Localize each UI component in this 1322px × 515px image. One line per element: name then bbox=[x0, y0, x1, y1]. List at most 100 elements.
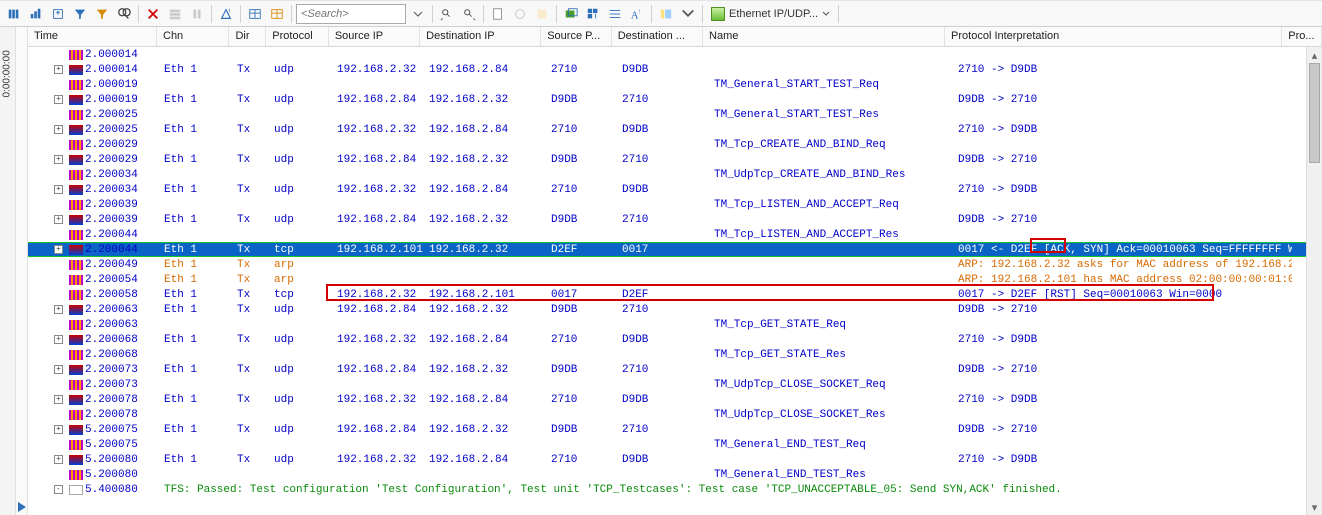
table-row[interactable]: 2.200063TM_Tcp_GET_STATE_Req bbox=[28, 317, 1306, 332]
tree-expander[interactable]: + bbox=[54, 215, 63, 224]
table-row[interactable]: 2.200029TM_Tcp_CREATE_AND_BIND_Req bbox=[28, 137, 1306, 152]
table-row[interactable]: 2.200025TM_General_START_TEST_Res bbox=[28, 107, 1306, 122]
packet-icon bbox=[69, 410, 83, 420]
tree-expander[interactable]: + bbox=[54, 425, 63, 434]
heat-icon[interactable] bbox=[532, 4, 552, 24]
table-row[interactable]: +2.200044Eth 1Txtcp192.168.2.101192.168.… bbox=[28, 242, 1306, 257]
funnel-blue-icon[interactable] bbox=[70, 4, 90, 24]
col-header-dir[interactable]: Dir bbox=[229, 27, 266, 46]
table-row[interactable]: 2.000014 bbox=[28, 47, 1306, 62]
dropdown-icon[interactable] bbox=[408, 4, 428, 24]
tool-icon[interactable] bbox=[510, 4, 530, 24]
tree-expander[interactable]: + bbox=[54, 95, 63, 104]
tree-expander[interactable]: + bbox=[54, 365, 63, 374]
col-header-dest-port[interactable]: Destination ... bbox=[612, 27, 703, 46]
table-row[interactable]: 2.200073TM_UdpTcp_CLOSE_SOCKET_Req bbox=[28, 377, 1306, 392]
svg-text:↑: ↑ bbox=[638, 8, 641, 15]
table-row[interactable]: 2.200039TM_Tcp_LISTEN_AND_ACCEPT_Req bbox=[28, 197, 1306, 212]
cell-sp: D9DB bbox=[545, 94, 616, 106]
tree-expander[interactable]: + bbox=[54, 245, 63, 254]
tree-expander[interactable]: + bbox=[54, 395, 63, 404]
window-group-icon[interactable] bbox=[583, 4, 603, 24]
tree-expander[interactable]: + bbox=[54, 155, 63, 164]
table-row[interactable]: +5.200075Eth 1Txudp192.168.2.84192.168.2… bbox=[28, 422, 1306, 437]
table-row[interactable]: +2.200068Eth 1Txudp192.168.2.32192.168.2… bbox=[28, 332, 1306, 347]
vertical-scrollbar[interactable]: ▴ ▾ bbox=[1306, 47, 1322, 515]
col-header-time[interactable]: Time bbox=[28, 27, 157, 46]
layout-dropdown-icon[interactable] bbox=[678, 4, 698, 24]
cell-dir: Tx bbox=[231, 454, 268, 466]
table-row[interactable]: 5.200080TM_General_END_TEST_Res bbox=[28, 467, 1306, 482]
window-back-icon[interactable] bbox=[561, 4, 581, 24]
layout-icon[interactable] bbox=[656, 4, 676, 24]
close-icon[interactable] bbox=[143, 4, 163, 24]
table-row[interactable]: 2.000019TM_General_START_TEST_Req bbox=[28, 77, 1306, 92]
signal-icon bbox=[69, 305, 83, 315]
tree-expander[interactable]: + bbox=[54, 65, 63, 74]
stacked-icon[interactable] bbox=[165, 4, 185, 24]
cell-interp: 2710 -> D9DB bbox=[952, 394, 1292, 406]
table-row[interactable]: 2.200058Eth 1Txtcp192.168.2.32192.168.2.… bbox=[28, 287, 1306, 302]
tree-expander[interactable]: + bbox=[54, 455, 63, 464]
cell-interp: 2710 -> D9DB bbox=[952, 124, 1292, 136]
tree-expander[interactable]: - bbox=[54, 485, 63, 494]
col-header-protocol-2[interactable]: Pro... bbox=[1282, 27, 1322, 46]
cell-sip: 192.168.2.32 bbox=[331, 289, 423, 301]
table-row[interactable]: 2.200054Eth 1TxarpARP: 192.168.2.101 has… bbox=[28, 272, 1306, 287]
cell-proto: udp bbox=[268, 424, 331, 436]
table-row[interactable]: +2.000014Eth 1Txudp192.168.2.32192.168.2… bbox=[28, 62, 1306, 77]
table-blue-icon[interactable] bbox=[245, 4, 265, 24]
table-row[interactable]: +2.200063Eth 1Txudp192.168.2.84192.168.2… bbox=[28, 302, 1306, 317]
table-row[interactable]: 2.200034TM_UdpTcp_CREATE_AND_BIND_Res bbox=[28, 167, 1306, 182]
table-row[interactable]: -5.400080TFS: Passed: Test configuration… bbox=[28, 482, 1306, 497]
scroll-thumb[interactable] bbox=[1309, 63, 1320, 163]
table-row[interactable]: +2.200039Eth 1Txudp192.168.2.84192.168.2… bbox=[28, 212, 1306, 227]
table-row[interactable]: 2.200078TM_UdpTcp_CLOSE_SOCKET_Res bbox=[28, 407, 1306, 422]
trace-body[interactable]: 2.000014+2.000014Eth 1Txudp192.168.2.321… bbox=[28, 47, 1306, 515]
tree-expander[interactable]: + bbox=[54, 335, 63, 344]
funnel-orange-icon[interactable] bbox=[92, 4, 112, 24]
scroll-down-icon[interactable]: ▾ bbox=[1307, 499, 1322, 515]
table-row[interactable]: 2.200049Eth 1TxarpARP: 192.168.2.32 asks… bbox=[28, 257, 1306, 272]
table-row[interactable]: +2.200073Eth 1Txudp192.168.2.84192.168.2… bbox=[28, 362, 1306, 377]
table-row[interactable]: +2.200029Eth 1Txudp192.168.2.84192.168.2… bbox=[28, 152, 1306, 167]
font-increase-icon[interactable]: A↑ bbox=[627, 4, 647, 24]
bar-chart-icon[interactable] bbox=[26, 4, 46, 24]
table-row[interactable]: 2.200044TM_Tcp_LISTEN_AND_ACCEPT_Res bbox=[28, 227, 1306, 242]
tree-expander[interactable]: + bbox=[54, 125, 63, 134]
table-row[interactable]: +5.200080Eth 1Txudp192.168.2.32192.168.2… bbox=[28, 452, 1306, 467]
play-marker-icon[interactable] bbox=[16, 501, 28, 513]
columns-icon[interactable] bbox=[4, 4, 24, 24]
lines-icon[interactable] bbox=[605, 4, 625, 24]
table-row[interactable]: +2.200025Eth 1Txudp192.168.2.32192.168.2… bbox=[28, 122, 1306, 137]
cell-proto: udp bbox=[268, 394, 331, 406]
search-input[interactable] bbox=[296, 4, 406, 24]
col-header-protocol[interactable]: Protocol bbox=[266, 27, 329, 46]
cell-dp: D9DB bbox=[616, 64, 708, 76]
profile-selector[interactable]: Ethernet IP/UDP... bbox=[707, 7, 834, 21]
find-next-left-icon[interactable] bbox=[437, 4, 457, 24]
scroll-up-icon[interactable]: ▴ bbox=[1307, 47, 1322, 63]
col-header-source-ip[interactable]: Source IP bbox=[329, 27, 420, 46]
search-icon[interactable] bbox=[114, 4, 134, 24]
col-header-name[interactable]: Name bbox=[703, 27, 945, 46]
packet-icon bbox=[69, 275, 83, 285]
table-row[interactable]: +2.200078Eth 1Txudp192.168.2.32192.168.2… bbox=[28, 392, 1306, 407]
table-row[interactable]: +2.200034Eth 1Txudp192.168.2.32192.168.2… bbox=[28, 182, 1306, 197]
table-row[interactable]: 5.200075TM_General_END_TEST_Req bbox=[28, 437, 1306, 452]
col-header-dest-ip[interactable]: Destination IP bbox=[420, 27, 541, 46]
table-row[interactable]: +2.000019Eth 1Txudp192.168.2.84192.168.2… bbox=[28, 92, 1306, 107]
col-header-chn[interactable]: Chn bbox=[157, 27, 229, 46]
export-icon[interactable] bbox=[48, 4, 68, 24]
tree-expander[interactable]: + bbox=[54, 305, 63, 314]
table-orange-icon[interactable] bbox=[267, 4, 287, 24]
table-row[interactable]: 2.200068TM_Tcp_GET_STATE_Res bbox=[28, 347, 1306, 362]
page-icon[interactable] bbox=[488, 4, 508, 24]
col-header-interpretation[interactable]: Protocol Interpretation bbox=[945, 27, 1282, 46]
find-next-right-icon[interactable] bbox=[459, 4, 479, 24]
delta-icon[interactable]: t bbox=[216, 4, 236, 24]
tree-expander[interactable]: + bbox=[54, 185, 63, 194]
col-header-source-port[interactable]: Source P... bbox=[541, 27, 612, 46]
pause-bars-icon[interactable] bbox=[187, 4, 207, 24]
cell-dir: Tx bbox=[231, 94, 268, 106]
